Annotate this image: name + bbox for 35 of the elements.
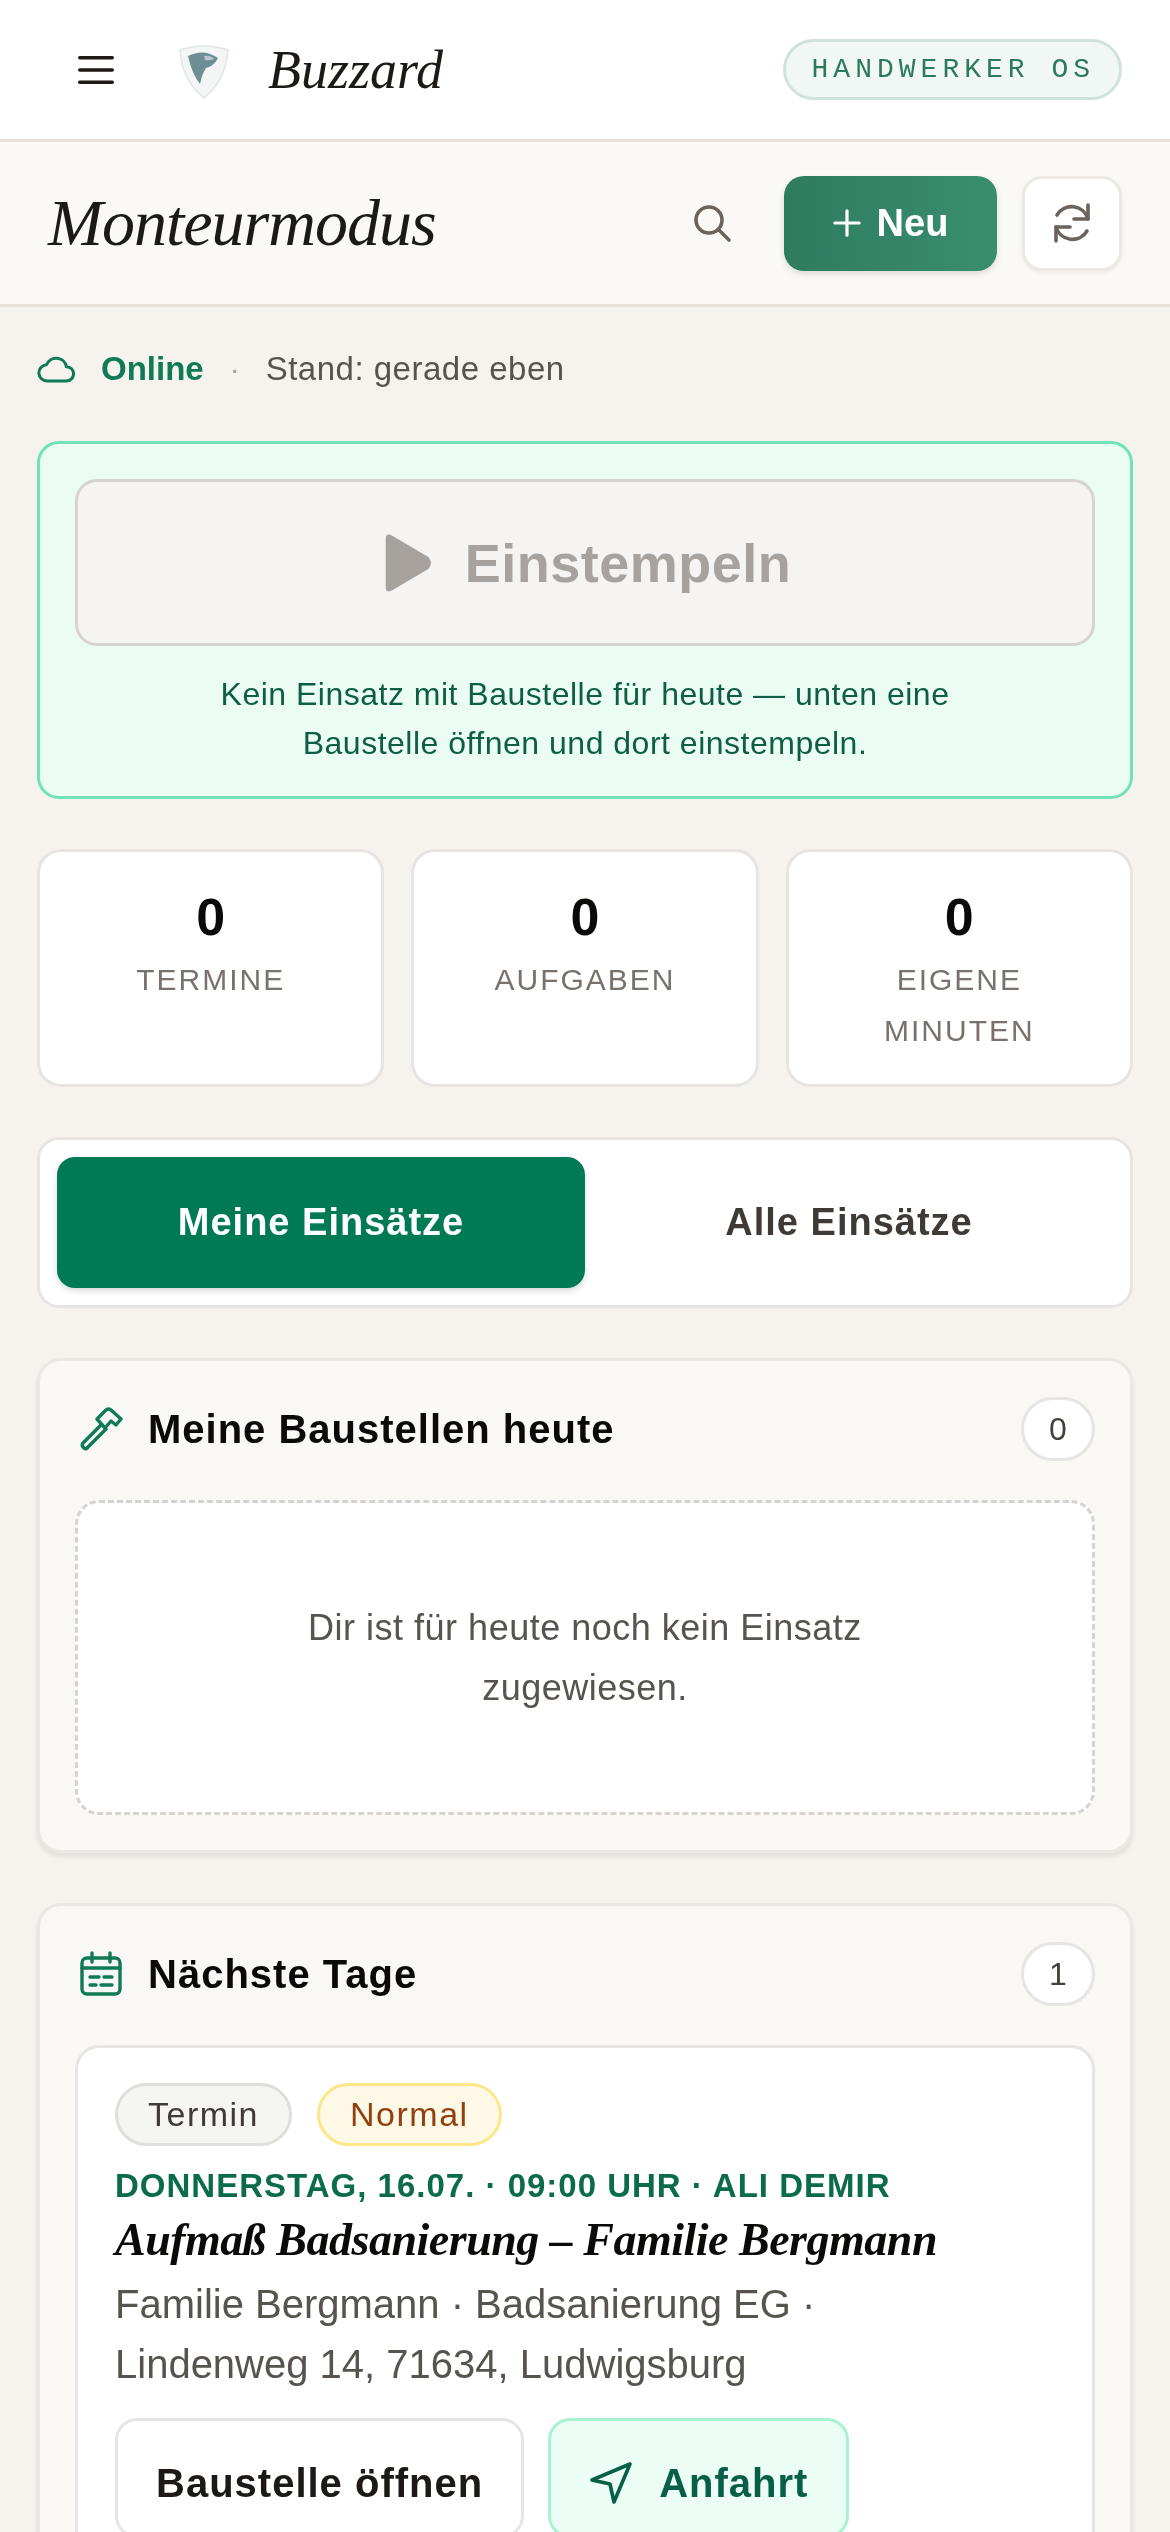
clock-in-hint: Kein Einsatz mit Baustelle für heute — unten eine Baustelle öffnen und dort einstempeln. [219,675,951,763]
connection-status: Online [101,350,204,388]
stat-label: AUFGABEN [494,962,676,998]
search-icon[interactable] [692,203,732,243]
section-title: Meine Baustellen heute [148,1406,616,1452]
count-badge: 1 [1021,1942,1095,2006]
stat-value: 0 [196,887,226,948]
stat-label: TERMINE [136,962,286,998]
separator-dot: · [229,352,240,386]
product-badge: HANDWERKER OS [782,39,1122,100]
hammer-icon [78,1406,124,1452]
count-badge: 0 [1021,1397,1095,1461]
priority-tag: Normal [317,2083,502,2146]
tab[interactable]: Alle Einsätze [585,1157,1113,1288]
stat-label: EIGENE MINUTEN [883,962,1036,1049]
open-site-button[interactable]: Baustelle öffnen [115,2418,525,2532]
stat-value: 0 [570,887,600,948]
page-title: Monteurmodus [48,185,436,261]
refresh-button[interactable] [1022,175,1122,271]
type-tag: Termin [115,2083,293,2146]
new-button[interactable]: Neu [784,175,997,271]
appointment-address: Familie Bergmann · Badsanierung EG · Lindenweg 14, 71634, Ludwigsburg [115,2281,817,2388]
last-updated-text: Stand: gerade eben [265,350,565,388]
appointment-meta: DONNERSTAG, 16.07. · 09:00 UHR · ALI DEMIR [115,2166,891,2206]
plus-icon [832,209,861,237]
calendar-icon [78,1951,124,1997]
menu-icon[interactable] [78,55,114,84]
directions-button[interactable]: Anfahrt [548,2418,850,2532]
stat-value: 0 [944,887,974,948]
tab[interactable]: Meine Einsätze [57,1157,585,1288]
navigation-icon [589,2461,634,2505]
empty-state: Dir ist für heute noch kein Einsatz zugewiesen. [75,1500,1095,1815]
cloud-icon [37,355,75,383]
section-title: Nächste Tage [148,1951,419,1997]
app-title: Buzzard [268,38,444,101]
